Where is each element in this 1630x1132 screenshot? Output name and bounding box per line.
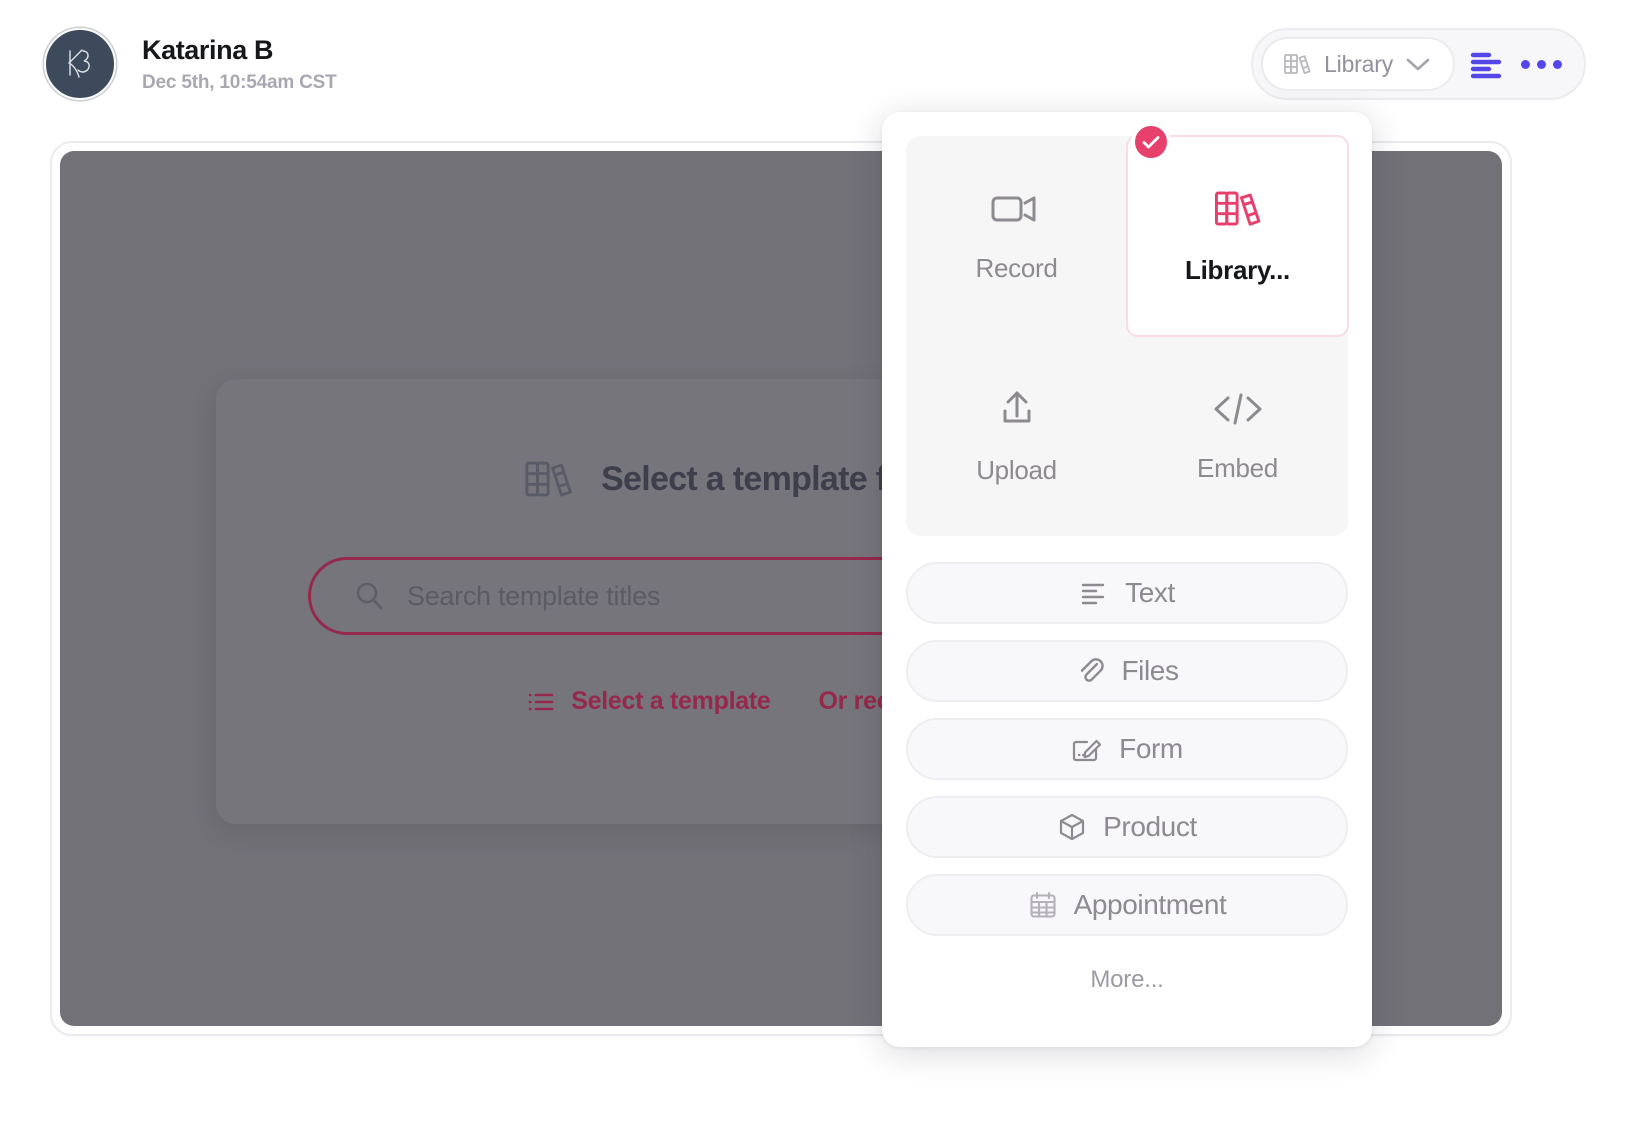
- list-option-product-label: Product: [1103, 811, 1197, 842]
- selected-check-badge: [1131, 122, 1171, 162]
- paperclip-icon: [1075, 656, 1105, 686]
- user-name: Katarina B: [142, 34, 274, 65]
- library-dropdown-button[interactable]: Library: [1261, 37, 1455, 91]
- form-edit-icon: [1071, 735, 1103, 763]
- check-icon: [1141, 134, 1161, 150]
- code-icon: [1211, 389, 1265, 429]
- grid-option-upload-label: Upload: [976, 454, 1057, 485]
- grid-option-record-label: Record: [975, 252, 1058, 283]
- grid-option-embed-label: Embed: [1197, 452, 1278, 483]
- content-type-grid: Record Library... Upload Embed: [906, 122, 1349, 536]
- library-button-label: Library: [1324, 50, 1393, 77]
- more-button[interactable]: More...: [906, 966, 1348, 994]
- ellipsis-icon-dot-2: [1537, 59, 1546, 69]
- header-actions: Library: [1251, 28, 1586, 100]
- align-left-icon: [1079, 580, 1109, 606]
- modal-title-text: Select a template fro: [601, 459, 920, 498]
- calendar-icon: [1028, 890, 1058, 920]
- list-option-text[interactable]: Text: [906, 562, 1348, 624]
- user-identity: Katarina B Dec 5th, 10:54am CST: [142, 35, 337, 94]
- grid-option-embed[interactable]: Embed: [1127, 336, 1348, 536]
- page-header: Katarina B Dec 5th, 10:54am CST Library: [0, 0, 1630, 128]
- list-option-form[interactable]: Form: [906, 718, 1348, 780]
- search-placeholder: Search template titles: [407, 580, 661, 611]
- books-icon: [1213, 186, 1263, 231]
- cube-icon: [1057, 812, 1087, 842]
- list-option-form-label: Form: [1119, 733, 1183, 764]
- books-icon: [523, 456, 575, 502]
- grid-option-library-label: Library...: [1185, 255, 1290, 285]
- app-root: Katarina B Dec 5th, 10:54am CST Library …: [0, 0, 1630, 1132]
- list-icon: [527, 690, 555, 714]
- select-template-link[interactable]: Select a template: [527, 687, 771, 716]
- ellipsis-icon-dot-1: [1521, 59, 1530, 69]
- grid-option-library[interactable]: Library...: [1126, 135, 1349, 337]
- video-camera-icon: [990, 189, 1044, 229]
- search-icon: [353, 580, 385, 612]
- timestamp: Dec 5th, 10:54am CST: [142, 71, 337, 93]
- select-template-label: Select a template: [571, 687, 771, 715]
- list-option-appointment[interactable]: Appointment: [906, 874, 1348, 936]
- list-option-text-label: Text: [1125, 577, 1175, 608]
- upload-icon: [995, 387, 1039, 431]
- insert-content-panel: Record Library... Upload Embed Text File…: [882, 112, 1372, 1047]
- list-view-button[interactable]: [1469, 49, 1503, 79]
- books-icon: [1283, 51, 1312, 77]
- grid-option-upload[interactable]: Upload: [906, 336, 1127, 536]
- list-option-files-label: Files: [1121, 655, 1179, 686]
- list-option-appointment-label: Appointment: [1073, 889, 1227, 920]
- chevron-down-icon: [1405, 56, 1431, 72]
- list-option-files[interactable]: Files: [906, 640, 1348, 702]
- content-type-list: Text Files Form Product Appointment: [906, 562, 1348, 936]
- ellipsis-icon-dot-3: [1553, 59, 1562, 69]
- overflow-menu-button[interactable]: [1517, 59, 1572, 69]
- list-option-product[interactable]: Product: [906, 796, 1348, 858]
- grid-option-record[interactable]: Record: [906, 136, 1127, 336]
- avatar[interactable]: [44, 28, 116, 100]
- align-left-icon: [1469, 49, 1503, 79]
